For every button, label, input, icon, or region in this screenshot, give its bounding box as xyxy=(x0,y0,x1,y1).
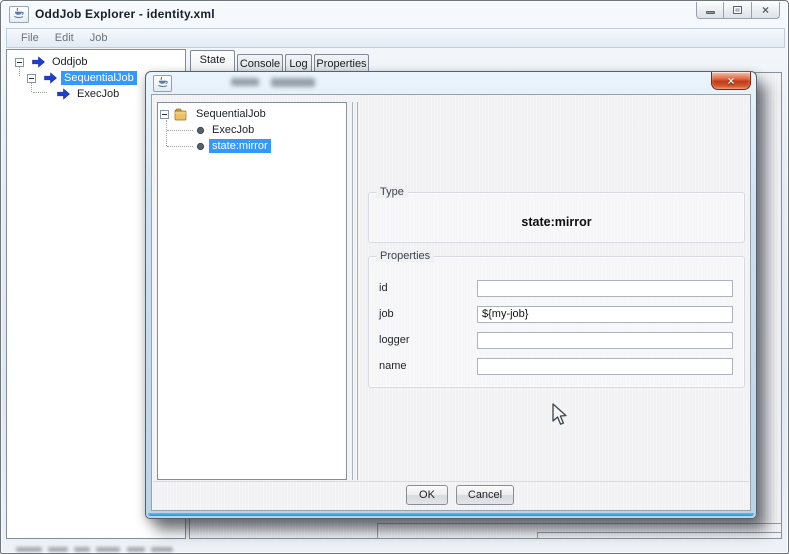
property-row-job: job xyxy=(369,301,744,327)
dialog-tree-panel: SequentialJob ExecJob state:mirror xyxy=(157,102,347,480)
mouse-cursor xyxy=(551,403,571,430)
status-ghost-text xyxy=(96,547,120,552)
status-ghost-text xyxy=(151,547,173,552)
panel-edge xyxy=(377,523,782,524)
titlebar-ghost xyxy=(231,78,259,86)
menu-edit[interactable]: Edit xyxy=(47,30,82,46)
tree-item-state-mirror[interactable]: state:mirror xyxy=(158,138,346,154)
group-title: Type xyxy=(376,186,408,198)
properties-groupbox: Properties id job logger name xyxy=(368,256,745,388)
collapse-icon[interactable] xyxy=(15,58,24,67)
app-icon-box xyxy=(9,6,29,23)
tab-label: Properties xyxy=(316,58,366,70)
tab-label: Console xyxy=(240,58,280,70)
field-label: job xyxy=(369,308,477,320)
titlebar-ghost xyxy=(271,78,315,87)
panel-edge xyxy=(377,523,378,539)
designer-dialog: × SequentialJob xyxy=(145,71,757,519)
close-icon: × xyxy=(727,75,734,87)
property-row-logger: logger xyxy=(369,327,744,353)
field-label: id xyxy=(369,282,477,294)
close-icon: × xyxy=(762,4,769,16)
dialog-close-button[interactable]: × xyxy=(711,72,751,90)
property-row-name: name xyxy=(369,353,744,379)
menubar: File Edit Job xyxy=(6,28,785,48)
maximize-icon xyxy=(733,6,742,14)
type-groupbox: Type state:mirror xyxy=(368,192,745,243)
minimize-button[interactable] xyxy=(696,2,724,19)
dialog-icon-box xyxy=(153,75,172,92)
close-button[interactable]: × xyxy=(752,2,780,19)
status-ghost-text xyxy=(16,547,42,552)
tree-item-label[interactable]: ExecJob xyxy=(209,123,257,137)
blue-arrow-icon xyxy=(42,72,58,85)
property-row-id: id xyxy=(369,275,744,301)
dialog-bottom-accent xyxy=(148,513,754,516)
maximize-button[interactable] xyxy=(724,2,752,19)
dialog-titlebar[interactable]: × xyxy=(146,72,756,94)
tree-item-label[interactable]: Oddjob xyxy=(49,55,90,69)
tab-label: Log xyxy=(289,58,307,70)
logger-field[interactable] xyxy=(477,332,733,349)
field-label: name xyxy=(369,360,477,372)
type-value: state:mirror xyxy=(369,215,744,229)
window-title: OddJob Explorer - identity.xml xyxy=(35,7,215,21)
tree-item-label[interactable]: ExecJob xyxy=(74,87,122,101)
tree-item-label[interactable]: SequentialJob xyxy=(193,107,269,121)
ok-button[interactable]: OK xyxy=(406,485,448,505)
main-titlebar[interactable]: OddJob Explorer - identity.xml × xyxy=(2,2,789,26)
id-field[interactable] xyxy=(477,280,733,297)
node-dot-icon xyxy=(194,140,206,153)
panel-edge xyxy=(537,532,538,539)
menu-job[interactable]: Job xyxy=(82,30,116,46)
job-field[interactable] xyxy=(477,306,733,323)
tree-item-execjob[interactable]: ExecJob xyxy=(158,122,346,138)
split-divider[interactable] xyxy=(352,102,358,480)
java-cup-icon xyxy=(13,7,25,22)
tab-state[interactable]: State xyxy=(190,50,235,73)
folder-icon xyxy=(174,108,190,121)
status-ghost-text xyxy=(127,547,145,552)
java-cup-icon xyxy=(157,76,169,91)
name-field[interactable] xyxy=(477,358,733,375)
collapse-icon[interactable] xyxy=(160,110,169,119)
cancel-button[interactable]: Cancel xyxy=(456,485,514,505)
tree-item-label[interactable]: SequentialJob xyxy=(61,71,137,85)
tree-item-sequentialjob[interactable]: SequentialJob xyxy=(158,106,346,122)
window-controls: × xyxy=(696,2,780,19)
panel-edge xyxy=(537,532,782,533)
tree-item-label[interactable]: state:mirror xyxy=(209,139,271,153)
menu-file[interactable]: File xyxy=(13,30,47,46)
dialog-button-bar: OK Cancel xyxy=(153,481,749,509)
node-dot-icon xyxy=(194,124,206,137)
blue-arrow-icon xyxy=(30,56,46,69)
collapse-icon[interactable] xyxy=(27,74,36,83)
tree-item-oddjob[interactable]: Oddjob xyxy=(7,54,185,70)
field-label: logger xyxy=(369,334,477,346)
tab-label: State xyxy=(200,54,226,66)
status-ghost-text xyxy=(74,547,90,552)
status-ghost-text xyxy=(48,547,68,552)
group-title: Properties xyxy=(376,250,434,262)
dialog-content: SequentialJob ExecJob state:mirror Type … xyxy=(151,94,751,511)
blue-arrow-icon xyxy=(55,88,71,101)
minimize-icon xyxy=(706,11,715,14)
